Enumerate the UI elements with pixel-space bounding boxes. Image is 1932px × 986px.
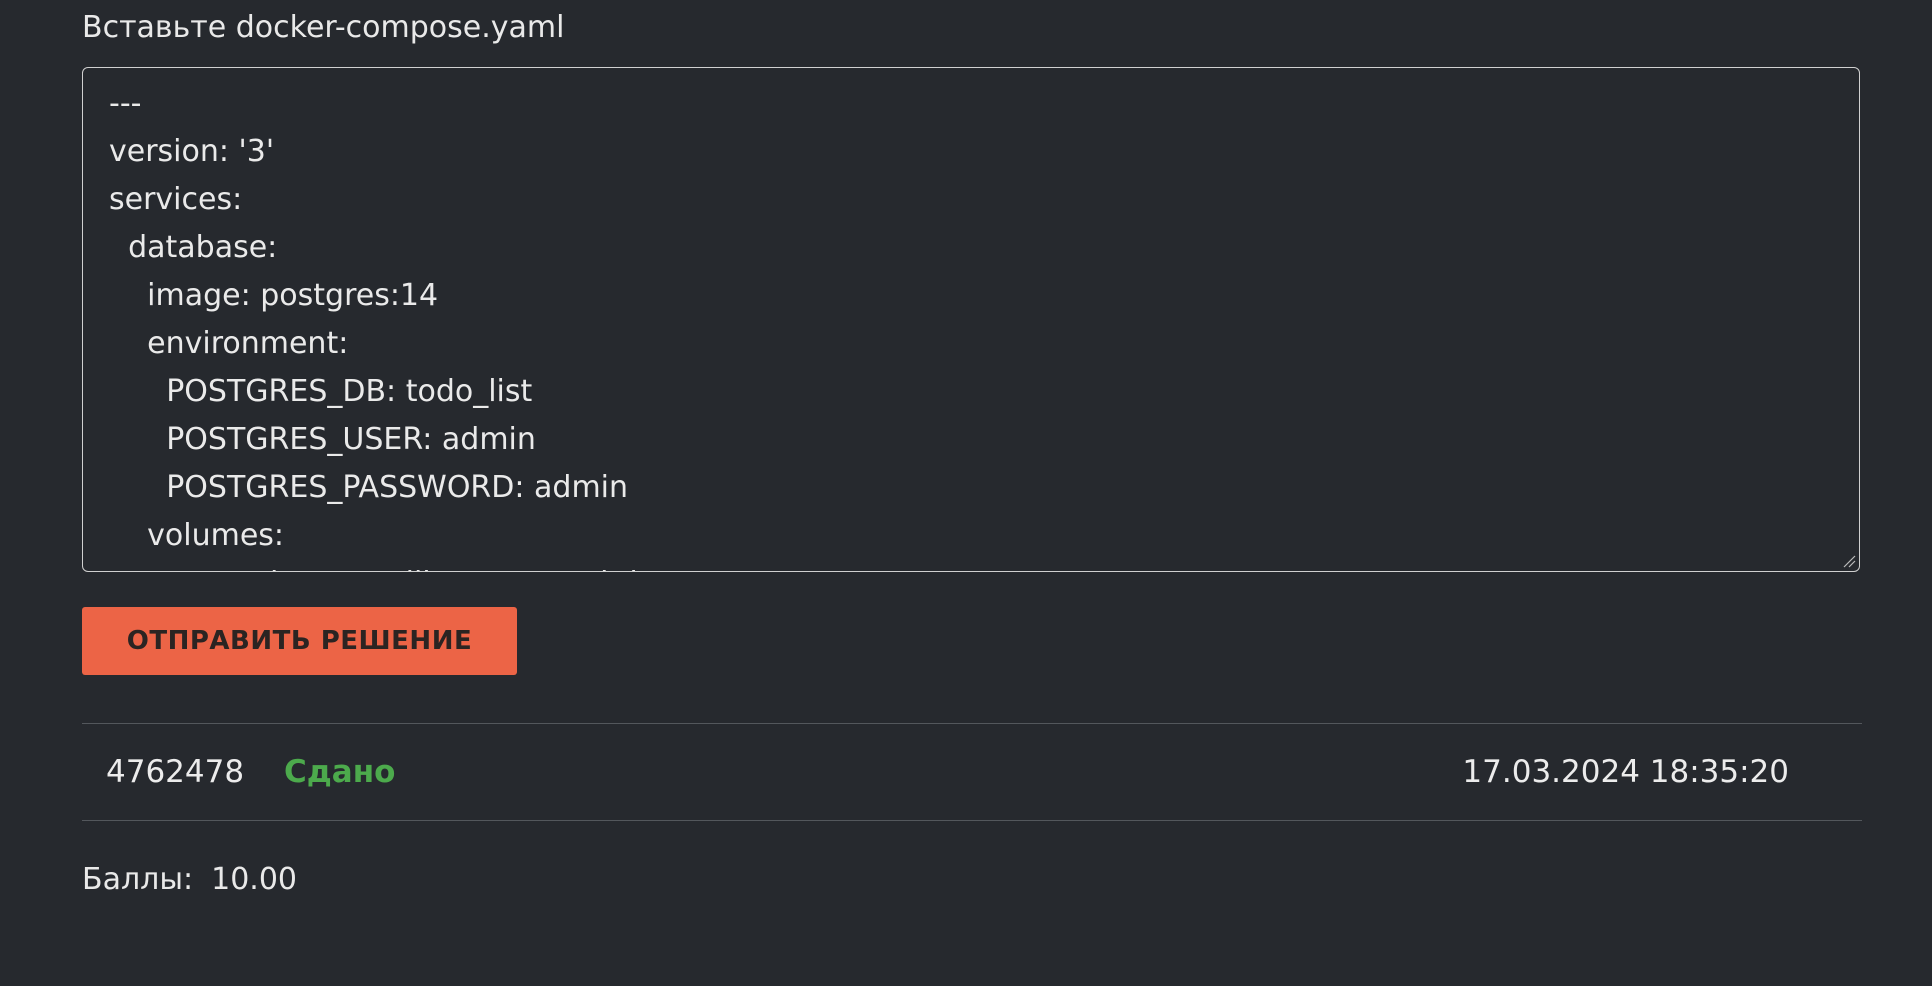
resize-handle-icon[interactable] <box>1840 552 1856 568</box>
score-label: Баллы: <box>82 862 194 897</box>
submission-status-badge: Сдано <box>284 754 396 790</box>
submission-timestamp: 17.03.2024 18:35:20 <box>1462 754 1789 790</box>
score-line: Баллы: 10.00 <box>82 858 297 902</box>
submit-solution-button[interactable]: ОТПРАВИТЬ РЕШЕНИЕ <box>82 607 517 675</box>
score-value: 10.00 <box>211 862 297 897</box>
submission-id: 4762478 <box>106 754 245 790</box>
divider <box>82 820 1862 821</box>
divider <box>82 723 1862 724</box>
code-field-label: Вставьте docker-compose.yaml <box>82 10 565 45</box>
docker-compose-code[interactable]: --- version: '3' services: database: ima… <box>109 80 686 571</box>
docker-compose-textarea[interactable]: --- version: '3' services: database: ima… <box>82 67 1860 572</box>
